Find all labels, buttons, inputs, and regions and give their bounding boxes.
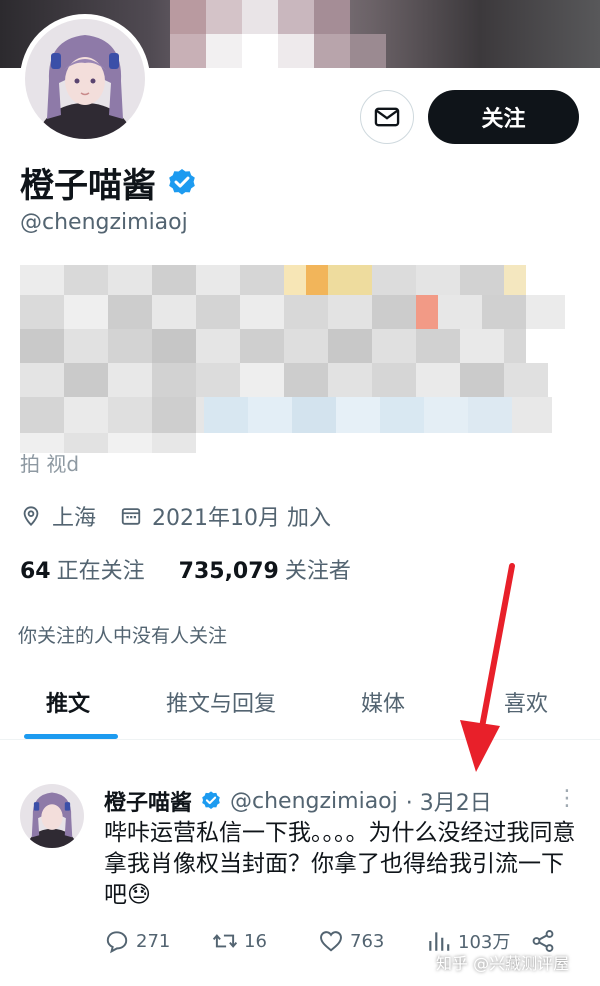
active-tab-indicator bbox=[24, 734, 118, 739]
retweet-icon bbox=[212, 934, 238, 948]
join-date-text: 2021年10月 加入 bbox=[152, 506, 331, 531]
profile-display-name: 橙子喵酱 bbox=[20, 158, 198, 207]
reply-count: 271 bbox=[136, 930, 171, 952]
bio-mosaic bbox=[20, 265, 565, 453]
like-button[interactable]: 763 bbox=[318, 928, 384, 954]
banner-pixel bbox=[278, 34, 314, 68]
location-pin-icon bbox=[23, 506, 39, 527]
following-label[interactable]: 正在关注 bbox=[57, 553, 145, 585]
tweet-text: 哔咔运营私信一下我。。。。为什么没经过我同意拿我肖像权当封面？你拿了也得给我引流… bbox=[104, 820, 576, 908]
follow-button-label: 关注 bbox=[481, 107, 526, 132]
bio-pixelated bbox=[20, 265, 565, 465]
tab-tweets-and-replies[interactable]: 推文与回复 bbox=[166, 686, 276, 718]
banner-pixel bbox=[314, 0, 350, 34]
tab-tweets[interactable]: 推文 bbox=[46, 686, 90, 718]
retweet-button[interactable]: 16 bbox=[212, 928, 267, 954]
tweet-author-name[interactable]: 橙子喵酱 bbox=[104, 785, 192, 817]
display-name-text: 橙子喵酱 bbox=[20, 166, 156, 206]
banner-pixel bbox=[206, 0, 242, 34]
tweet-author-handle[interactable]: @chengzimiaoj bbox=[230, 789, 398, 814]
retweet-count: 16 bbox=[244, 930, 267, 952]
banner-pixel bbox=[170, 0, 206, 34]
banner-pixel bbox=[314, 34, 350, 68]
verified-badge-icon bbox=[169, 168, 195, 195]
message-button[interactable] bbox=[360, 90, 414, 144]
banner-pixel bbox=[170, 34, 206, 68]
bio-visible-fragment: 拍 视d bbox=[20, 452, 80, 476]
profile-handle: @chengzimiaoj bbox=[20, 210, 188, 235]
avatar-image bbox=[25, 19, 145, 139]
following-count[interactable]: 64 bbox=[20, 559, 51, 584]
location-text: 上海 bbox=[52, 506, 97, 531]
verified-badge-icon bbox=[202, 791, 220, 809]
banner-pixel bbox=[242, 0, 278, 34]
heart-icon bbox=[320, 931, 342, 952]
like-count: 763 bbox=[350, 930, 385, 952]
watermark-text: 知乎 @兴藏测评屋 bbox=[436, 954, 570, 973]
reply-icon bbox=[106, 931, 128, 954]
follow-stats: 64 正在关注 735,079 关注者 bbox=[20, 553, 351, 585]
annotation-arrow bbox=[460, 563, 515, 772]
tweet-date[interactable]: · 3月2日 bbox=[406, 785, 492, 817]
banner-pixel bbox=[278, 0, 314, 34]
tweet-author-avatar[interactable] bbox=[20, 784, 84, 848]
profile-meta: 上海 2021年10月 加入 bbox=[20, 500, 331, 532]
reply-button[interactable]: 271 bbox=[104, 928, 170, 954]
banner-pixel bbox=[206, 34, 242, 68]
banner-pixel bbox=[242, 34, 278, 68]
tweet-header: 橙子喵酱 @chengzimiaoj · 3月2日 bbox=[104, 785, 492, 817]
followed-by-note: 你关注的人中没有人关注 bbox=[18, 625, 228, 647]
more-options-icon[interactable]: ⋮ bbox=[556, 786, 578, 811]
tab-media[interactable]: 媒体 bbox=[361, 686, 405, 718]
follow-button[interactable]: 关注 bbox=[428, 90, 579, 144]
followers-count[interactable]: 735,079 bbox=[179, 559, 279, 584]
profile-avatar[interactable] bbox=[20, 14, 150, 144]
avatar-image bbox=[20, 784, 84, 848]
calendar-icon bbox=[121, 508, 141, 525]
followers-label[interactable]: 关注者 bbox=[285, 553, 351, 585]
mail-icon bbox=[374, 107, 400, 127]
banner-pixel bbox=[350, 34, 386, 68]
